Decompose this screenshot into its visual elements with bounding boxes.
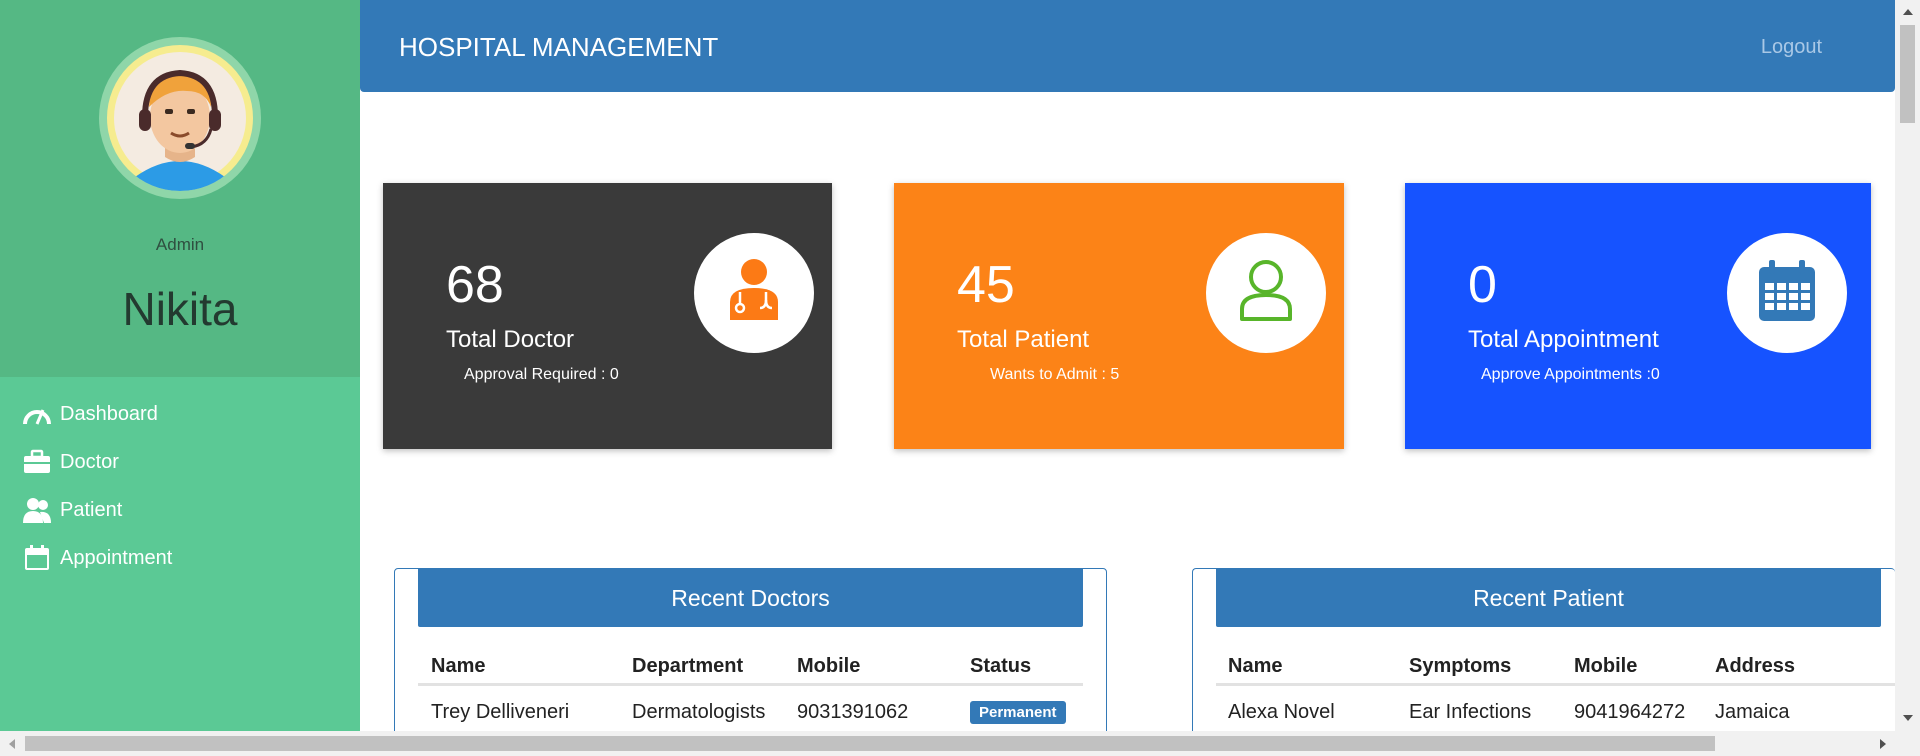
top-navbar: HOSPITAL MANAGEMENT Logout bbox=[360, 0, 1895, 92]
avatar bbox=[107, 45, 253, 191]
panel-title: Recent Doctors bbox=[418, 569, 1083, 627]
patient-icon-circle bbox=[1206, 233, 1326, 353]
sidebar-item-label: Doctor bbox=[60, 450, 119, 473]
vertical-scroll-thumb[interactable] bbox=[1900, 25, 1915, 123]
cell-name: Trey Delliveneri bbox=[431, 701, 570, 723]
scroll-up-arrow-icon[interactable] bbox=[1903, 9, 1913, 15]
cell-symptoms: Ear Infections bbox=[1409, 701, 1532, 723]
avatar-ring bbox=[99, 37, 261, 199]
total-doctor-card: 68 Total Doctor Approval Required : 0 bbox=[383, 183, 832, 449]
card-title: Total Patient bbox=[957, 326, 1090, 353]
patient-count: 45 bbox=[957, 256, 1015, 314]
sidebar-item-label: Patient bbox=[60, 498, 123, 521]
page: Admin Nikita Dashboard Doctor Patient Ap… bbox=[0, 0, 1920, 756]
sidebar: Admin Nikita Dashboard Doctor Patient Ap… bbox=[0, 0, 360, 756]
sidebar-item-appointment[interactable]: Appointment bbox=[0, 534, 360, 582]
profile-section: Admin Nikita bbox=[0, 0, 360, 377]
cell-mobile: 9031391062 bbox=[797, 701, 909, 723]
table-divider bbox=[418, 683, 1083, 686]
scroll-right-arrow-icon[interactable] bbox=[1880, 739, 1886, 749]
user-name: Nikita bbox=[122, 283, 238, 335]
briefcase-icon bbox=[22, 447, 52, 477]
horizontal-scrollbar[interactable] bbox=[0, 731, 1920, 756]
appointment-count: 0 bbox=[1468, 256, 1497, 314]
calendar-icon bbox=[1757, 259, 1817, 328]
total-patient-card: 45 Total Patient Wants to Admit : 5 bbox=[894, 183, 1344, 449]
sidebar-item-patient[interactable]: Patient bbox=[0, 486, 360, 534]
patient-icon bbox=[1238, 259, 1294, 328]
sidebar-item-dashboard[interactable]: Dashboard bbox=[0, 390, 360, 438]
recent-doctors-panel: Recent Doctors Name Department Mobile St… bbox=[394, 568, 1107, 756]
cell-mobile: 9041964272 bbox=[1574, 701, 1686, 723]
card-title: Total Doctor bbox=[446, 326, 575, 353]
card-subtitle: Approve Appointments :0 bbox=[1481, 366, 1660, 383]
doctor-count: 68 bbox=[446, 256, 504, 314]
app-title[interactable]: HOSPITAL MANAGEMENT bbox=[399, 32, 718, 63]
column-header: Name bbox=[431, 655, 486, 677]
user-role: Admin bbox=[155, 235, 205, 254]
column-header: Name bbox=[1228, 655, 1283, 677]
column-header: Address bbox=[1715, 655, 1796, 677]
sidebar-item-label: Appointment bbox=[60, 546, 173, 569]
users-icon bbox=[22, 495, 52, 525]
doctor-icon bbox=[726, 258, 782, 329]
column-header: Department bbox=[632, 655, 744, 677]
sidebar-item-doctor[interactable]: Doctor bbox=[0, 438, 360, 486]
total-appointment-card: 0 Total Appointment Approve Appointments… bbox=[1405, 183, 1871, 449]
card-title: Total Appointment bbox=[1468, 326, 1659, 353]
sidebar-nav: Dashboard Doctor Patient Appointment bbox=[0, 390, 360, 582]
sidebar-item-label: Dashboard bbox=[60, 402, 158, 425]
column-header: Mobile bbox=[797, 655, 861, 677]
scroll-down-arrow-icon[interactable] bbox=[1903, 715, 1913, 721]
calendar-icon bbox=[22, 543, 52, 573]
cell-address: Jamaica bbox=[1715, 701, 1790, 723]
column-header: Mobile bbox=[1574, 655, 1638, 677]
horizontal-scroll-thumb[interactable] bbox=[25, 736, 1715, 751]
cell-name: Alexa Novel bbox=[1228, 701, 1335, 723]
cell-department: Dermatologists bbox=[632, 701, 766, 723]
appointment-icon-circle bbox=[1727, 233, 1847, 353]
panel-title: Recent Patient bbox=[1216, 569, 1881, 627]
speedometer-icon bbox=[22, 399, 52, 429]
column-header: Status bbox=[970, 655, 1032, 677]
logout-link[interactable]: Logout bbox=[1761, 36, 1822, 59]
column-header: Symptoms bbox=[1409, 655, 1512, 677]
status-badge: Permanent bbox=[970, 701, 1066, 724]
card-subtitle: Approval Required : 0 bbox=[464, 366, 619, 383]
card-subtitle: Wants to Admit : 5 bbox=[990, 366, 1120, 383]
table-divider bbox=[1216, 683, 1896, 686]
doctor-icon-circle bbox=[694, 233, 814, 353]
scroll-left-arrow-icon[interactable] bbox=[9, 739, 15, 749]
vertical-scrollbar[interactable] bbox=[1895, 0, 1920, 731]
recent-patient-panel: Recent Patient Name Symptoms Mobile Addr… bbox=[1192, 568, 1896, 756]
